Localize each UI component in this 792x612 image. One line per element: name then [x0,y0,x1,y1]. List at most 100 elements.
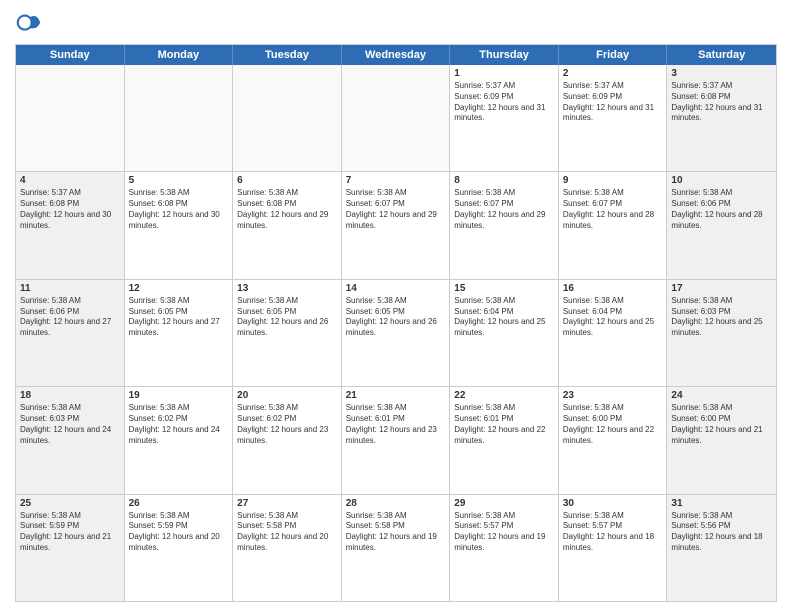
day-number: 15 [454,283,554,294]
calendar-header: SundayMondayTuesdayWednesdayThursdayFrid… [16,45,776,65]
cell-sun-info: Sunrise: 5:38 AMSunset: 6:03 PMDaylight:… [20,403,120,446]
day-number: 11 [20,283,120,294]
cell-sun-info: Sunrise: 5:38 AMSunset: 6:06 PMDaylight:… [20,296,120,339]
cell-sun-info: Sunrise: 5:38 AMSunset: 6:01 PMDaylight:… [346,403,446,446]
day-cell-2: 2 Sunrise: 5:37 AMSunset: 6:09 PMDaylight… [559,65,668,171]
day-number: 1 [454,68,554,79]
cell-sun-info: Sunrise: 5:38 AMSunset: 6:01 PMDaylight:… [454,403,554,446]
day-cell-20: 20 Sunrise: 5:38 AMSunset: 6:02 PMDayligh… [233,387,342,493]
cell-sun-info: Sunrise: 5:38 AMSunset: 6:02 PMDaylight:… [129,403,229,446]
day-cell-25: 25Sunrise: 5:38 AMSunset: 5:59 PMDayligh… [16,495,125,601]
logo-icon [15,10,43,38]
day-cell-10: 10 Sunrise: 5:38 AMSunset: 6:06 PMDayligh… [667,172,776,278]
day-number: 9 [563,175,663,186]
cell-sun-info: Sunrise: 5:37 AMSunset: 6:09 PMDaylight:… [454,81,554,124]
cell-sun-info: Sunrise: 5:37 AMSunset: 6:08 PMDaylight:… [20,188,120,231]
day-cell-29: 29 Sunrise: 5:38 AMSunset: 5:57 PMDayligh… [450,495,559,601]
day-cell-14: 14Sunrise: 5:38 AMSunset: 6:05 PMDayligh… [342,280,451,386]
day-number: 24 [671,390,772,401]
day-number: 23 [563,390,663,401]
day-header-sunday: Sunday [16,45,125,65]
day-number: 7 [346,175,446,186]
calendar-row-1: 1 Sunrise: 5:37 AMSunset: 6:09 PMDaylight… [16,65,776,172]
day-header-tuesday: Tuesday [233,45,342,65]
cell-sun-info: Sunrise: 5:38 AMSunset: 6:03 PMDaylight:… [671,296,772,339]
day-cell-23: 23 Sunrise: 5:38 AMSunset: 6:00 PMDayligh… [559,387,668,493]
day-number: 26 [129,498,229,509]
day-cell-16: 16 Sunrise: 5:38 AMSunset: 6:04 PMDayligh… [559,280,668,386]
cell-sun-info: Sunrise: 5:38 AMSunset: 6:08 PMDaylight:… [129,188,229,231]
empty-cell [125,65,234,171]
day-number: 16 [563,283,663,294]
page: SundayMondayTuesdayWednesdayThursdayFrid… [0,0,792,612]
calendar-row-3: 11 Sunrise: 5:38 AMSunset: 6:06 PMDayligh… [16,280,776,387]
day-cell-27: 27 Sunrise: 5:38 AMSunset: 5:58 PMDayligh… [233,495,342,601]
day-number: 18 [20,390,120,401]
cell-sun-info: Sunrise: 5:38 AMSunset: 5:58 PMDaylight:… [346,511,446,554]
day-number: 17 [671,283,772,294]
cell-sun-info: Sunrise: 5:38 AMSunset: 6:07 PMDaylight:… [454,188,554,231]
calendar: SundayMondayTuesdayWednesdayThursdayFrid… [15,44,777,602]
day-cell-6: 6Sunrise: 5:38 AMSunset: 6:08 PMDaylight… [233,172,342,278]
cell-sun-info: Sunrise: 5:38 AMSunset: 6:00 PMDaylight:… [563,403,663,446]
day-cell-28: 28 Sunrise: 5:38 AMSunset: 5:58 PMDayligh… [342,495,451,601]
day-cell-12: 12Sunrise: 5:38 AMSunset: 6:05 PMDayligh… [125,280,234,386]
day-cell-17: 17 Sunrise: 5:38 AMSunset: 6:03 PMDayligh… [667,280,776,386]
day-cell-30: 30 Sunrise: 5:38 AMSunset: 5:57 PMDayligh… [559,495,668,601]
day-cell-11: 11 Sunrise: 5:38 AMSunset: 6:06 PMDayligh… [16,280,125,386]
day-number: 31 [671,498,772,509]
day-number: 25 [20,498,120,509]
cell-sun-info: Sunrise: 5:38 AMSunset: 5:56 PMDaylight:… [671,511,772,554]
day-cell-18: 18 Sunrise: 5:38 AMSunset: 6:03 PMDayligh… [16,387,125,493]
cell-sun-info: Sunrise: 5:38 AMSunset: 6:05 PMDaylight:… [237,296,337,339]
cell-sun-info: Sunrise: 5:38 AMSunset: 5:57 PMDaylight:… [563,511,663,554]
cell-sun-info: Sunrise: 5:38 AMSunset: 6:06 PMDaylight:… [671,188,772,231]
cell-sun-info: Sunrise: 5:38 AMSunset: 6:00 PMDaylight:… [671,403,772,446]
day-number: 3 [671,68,772,79]
cell-sun-info: Sunrise: 5:38 AMSunset: 5:58 PMDaylight:… [237,511,337,554]
logo [15,10,46,38]
day-cell-3: 3 Sunrise: 5:37 AMSunset: 6:08 PMDaylight… [667,65,776,171]
cell-sun-info: Sunrise: 5:38 AMSunset: 6:07 PMDaylight:… [346,188,446,231]
empty-cell [233,65,342,171]
day-cell-1: 1 Sunrise: 5:37 AMSunset: 6:09 PMDaylight… [450,65,559,171]
day-number: 27 [237,498,337,509]
day-cell-8: 8Sunrise: 5:38 AMSunset: 6:07 PMDaylight… [450,172,559,278]
calendar-row-5: 25 Sunrise: 5:38 AMSunset: 5:59 PMDayligh… [16,495,776,601]
day-number: 5 [129,175,229,186]
day-cell-5: 5 Sunrise: 5:38 AMSunset: 6:08 PMDaylight… [125,172,234,278]
calendar-body: 1 Sunrise: 5:37 AMSunset: 6:09 PMDaylight… [16,65,776,601]
day-header-friday: Friday [559,45,668,65]
day-cell-7: 7 Sunrise: 5:38 AMSunset: 6:07 PMDaylight… [342,172,451,278]
day-cell-22: 22 Sunrise: 5:38 AMSunset: 6:01 PMDayligh… [450,387,559,493]
day-cell-19: 19 Sunrise: 5:38 AMSunset: 6:02 PMDayligh… [125,387,234,493]
day-number: 28 [346,498,446,509]
day-cell-21: 21 Sunrise: 5:38 AMSunset: 6:01 PMDayligh… [342,387,451,493]
day-number: 19 [129,390,229,401]
day-number: 10 [671,175,772,186]
day-number: 13 [237,283,337,294]
cell-sun-info: Sunrise: 5:37 AMSunset: 6:08 PMDaylight:… [671,81,772,124]
cell-sun-info: Sunrise: 5:38 AMSunset: 6:07 PMDaylight:… [563,188,663,231]
cell-sun-info: Sunrise: 5:38 AMSunset: 5:57 PMDaylight:… [454,511,554,554]
day-number: 29 [454,498,554,509]
cell-sun-info: Sunrise: 5:38 AMSunset: 6:04 PMDaylight:… [563,296,663,339]
cell-sun-info: Sunrise: 5:38 AMSunset: 6:05 PMDaylight:… [346,296,446,339]
day-header-monday: Monday [125,45,234,65]
day-header-thursday: Thursday [450,45,559,65]
day-number: 20 [237,390,337,401]
day-number: 21 [346,390,446,401]
day-number: 30 [563,498,663,509]
day-cell-9: 9 Sunrise: 5:38 AMSunset: 6:07 PMDaylight… [559,172,668,278]
cell-sun-info: Sunrise: 5:38 AMSunset: 6:05 PMDaylight:… [129,296,229,339]
day-number: 22 [454,390,554,401]
empty-cell [16,65,125,171]
cell-sun-info: Sunrise: 5:37 AMSunset: 6:09 PMDaylight:… [563,81,663,124]
day-cell-15: 15Sunrise: 5:38 AMSunset: 6:04 PMDayligh… [450,280,559,386]
day-number: 2 [563,68,663,79]
cell-sun-info: Sunrise: 5:38 AMSunset: 6:02 PMDaylight:… [237,403,337,446]
cell-sun-info: Sunrise: 5:38 AMSunset: 5:59 PMDaylight:… [129,511,229,554]
day-cell-26: 26 Sunrise: 5:38 AMSunset: 5:59 PMDayligh… [125,495,234,601]
day-cell-31: 31 Sunrise: 5:38 AMSunset: 5:56 PMDayligh… [667,495,776,601]
day-header-wednesday: Wednesday [342,45,451,65]
